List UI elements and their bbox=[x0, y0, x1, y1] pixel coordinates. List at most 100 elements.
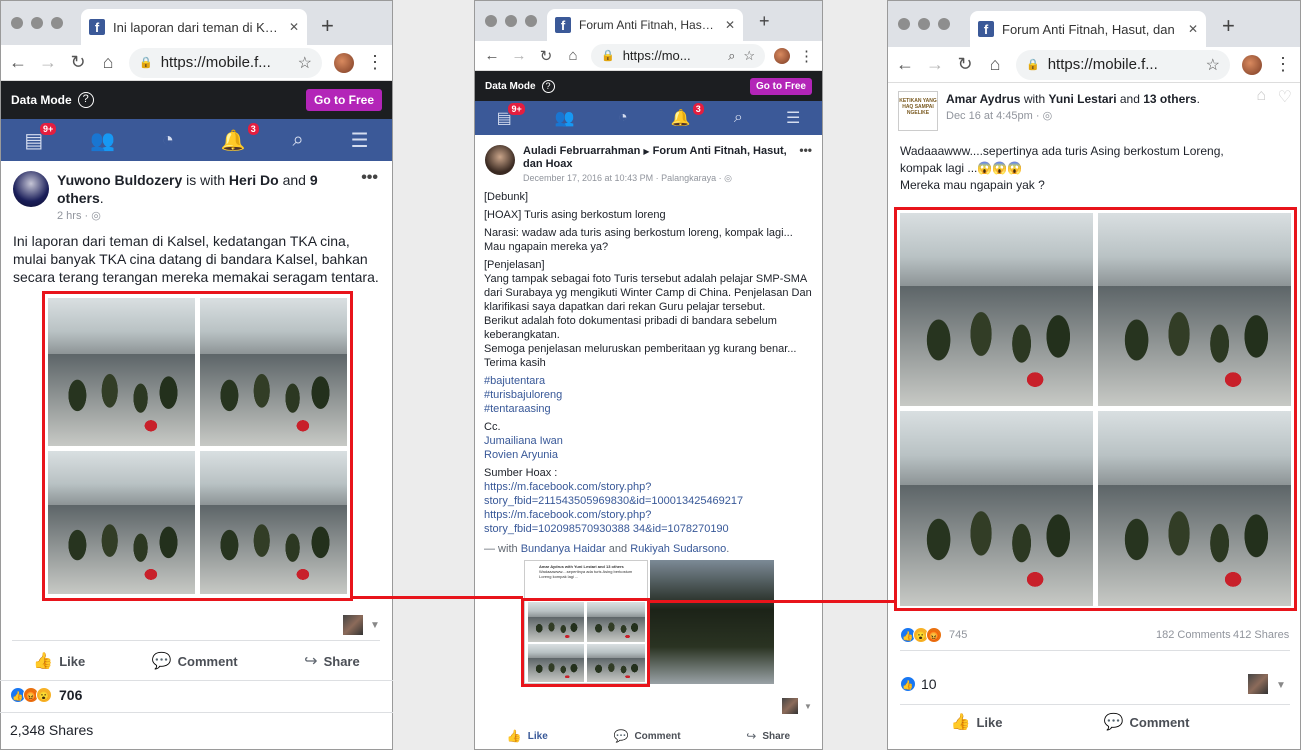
search-icon[interactable]: ⌕ bbox=[293, 129, 304, 152]
forward-icon[interactable]: → bbox=[926, 54, 944, 75]
reload-icon[interactable]: ↻ bbox=[537, 47, 555, 65]
viewer-thumbnail[interactable] bbox=[343, 615, 363, 635]
close-dot[interactable] bbox=[11, 17, 23, 29]
new-tab-icon[interactable]: + bbox=[759, 11, 770, 32]
source-link[interactable]: https://m.facebook.com/story.php? bbox=[484, 480, 813, 494]
home-icon[interactable]: ⌂ bbox=[986, 54, 1004, 75]
feed-icon[interactable]: ▤ 9+ bbox=[24, 121, 58, 153]
viewer-thumbnail[interactable] bbox=[782, 698, 798, 714]
minimize-dot[interactable] bbox=[505, 15, 517, 27]
share-button[interactable]: ↪ Share bbox=[304, 651, 360, 671]
kebab-icon[interactable]: ⋮ bbox=[1274, 54, 1292, 75]
author-avatar[interactable] bbox=[485, 145, 515, 175]
page-logo[interactable]: KETIKAN YANG HAQ SAMPAI NGELIKE bbox=[898, 91, 938, 131]
back-icon[interactable]: ← bbox=[483, 47, 501, 64]
new-tab-icon[interactable]: + bbox=[321, 13, 334, 39]
browser-tab[interactable]: f Forum Anti Fitnah, Hasut, dan ✕ bbox=[547, 9, 743, 41]
go-to-free-button[interactable]: Go to Free bbox=[749, 77, 812, 95]
maximize-dot[interactable] bbox=[525, 15, 537, 27]
heart-icon[interactable]: ♡ bbox=[1278, 87, 1292, 107]
chevron-down-icon[interactable]: ▼ bbox=[370, 620, 380, 631]
close-tab-icon[interactable]: ✕ bbox=[1188, 22, 1198, 36]
help-icon[interactable]: ? bbox=[77, 92, 94, 108]
share-button[interactable]: ↪ Share bbox=[746, 729, 790, 743]
cc-name-link[interactable]: Jumailiana Iwan bbox=[484, 434, 813, 448]
shares-count[interactable]: 412 Shares bbox=[1233, 629, 1289, 641]
hashtag-link[interactable]: #tentaraasing bbox=[484, 402, 813, 416]
source-link[interactable]: story_fbid=102098570930388 34&id=1078270… bbox=[484, 522, 813, 536]
reactions-summary[interactable]: 👍 😮 😡 745 bbox=[900, 627, 967, 643]
messenger-icon[interactable]: ◔ bbox=[618, 109, 628, 127]
help-icon[interactable]: ? bbox=[541, 79, 555, 93]
group-photo[interactable] bbox=[650, 560, 774, 684]
url-field[interactable]: 🔒 https://mobile.f... ☆ bbox=[129, 47, 322, 78]
source-link[interactable]: https://m.facebook.com/story.php? bbox=[484, 508, 813, 522]
shares-count[interactable]: 2,348 Shares bbox=[10, 722, 93, 738]
browser-tab[interactable]: f Forum Anti Fitnah, Hasut, dan ✕ bbox=[970, 11, 1206, 47]
others-link[interactable]: 13 others bbox=[1143, 92, 1196, 106]
hashtag-link[interactable]: #bajutentara bbox=[484, 374, 813, 388]
more-options-icon[interactable]: ••• bbox=[799, 143, 812, 157]
author-avatar[interactable] bbox=[13, 171, 49, 207]
home-icon[interactable]: ⌂ bbox=[99, 52, 117, 73]
feed-icon[interactable]: ▤ 9+ bbox=[497, 102, 526, 128]
messenger-icon[interactable]: ◔ bbox=[162, 129, 174, 152]
tag-icon[interactable]: ⌂ bbox=[1256, 87, 1266, 105]
more-options-icon[interactable]: ••• bbox=[361, 169, 378, 187]
tagged-name-link[interactable]: Rukiyah Sudarsono bbox=[630, 543, 726, 555]
tagged-name[interactable]: Heri Do bbox=[229, 172, 279, 188]
profile-avatar[interactable] bbox=[1242, 54, 1262, 75]
close-tab-icon[interactable]: ✕ bbox=[289, 20, 299, 34]
menu-icon[interactable]: ☰ bbox=[786, 108, 800, 128]
kebab-icon[interactable]: ⋮ bbox=[366, 52, 384, 73]
comment-button[interactable]: 💬 Comment bbox=[614, 729, 681, 743]
friends-icon[interactable]: 👥 bbox=[555, 108, 575, 128]
like-button[interactable]: 👍 Like bbox=[951, 712, 1003, 732]
tagged-name[interactable]: Yuni Lestari bbox=[1049, 92, 1117, 106]
url-field[interactable]: 🔒 https://mobile.f... ☆ bbox=[1016, 49, 1230, 80]
star-icon[interactable]: ☆ bbox=[1206, 55, 1220, 75]
bell-icon[interactable]: 🔔 3 bbox=[221, 121, 260, 153]
forward-icon[interactable]: → bbox=[39, 52, 57, 73]
cc-name-link[interactable]: Rovien Aryunia bbox=[484, 448, 813, 462]
comments-count[interactable]: 182 Comments bbox=[1156, 629, 1231, 641]
star-icon[interactable]: ☆ bbox=[298, 53, 312, 73]
like-button[interactable]: 👍 Like bbox=[507, 729, 548, 743]
reload-icon[interactable]: ↻ bbox=[69, 52, 87, 73]
search-icon[interactable]: ⌕ bbox=[734, 109, 743, 127]
bell-icon[interactable]: 🔔 3 bbox=[671, 102, 705, 128]
url-field[interactable]: 🔒 https://mo... ⌕ ☆ bbox=[591, 43, 765, 68]
back-icon[interactable]: ← bbox=[896, 54, 914, 75]
reactions-summary[interactable]: 👍 😡 😮 706 bbox=[10, 687, 82, 703]
profile-avatar[interactable] bbox=[774, 47, 790, 64]
maximize-dot[interactable] bbox=[51, 17, 63, 29]
author-name[interactable]: Auladi Februarrahman bbox=[523, 145, 640, 157]
viewer-thumbnail[interactable] bbox=[1248, 674, 1268, 694]
chevron-down-icon[interactable]: ▼ bbox=[804, 702, 812, 711]
zoom-icon[interactable]: ⌕ bbox=[728, 48, 735, 64]
friends-icon[interactable]: 👥 bbox=[90, 128, 115, 153]
menu-icon[interactable]: ☰ bbox=[351, 128, 369, 153]
reload-icon[interactable]: ↻ bbox=[956, 54, 974, 75]
back-icon[interactable]: ← bbox=[9, 52, 27, 73]
comment-button[interactable]: 💬 Comment bbox=[1104, 712, 1190, 732]
hashtag-link[interactable]: #turisbajuloreng bbox=[484, 388, 813, 402]
browser-tab[interactable]: f Ini laporan dari teman di Kalse ✕ bbox=[81, 9, 307, 45]
close-tab-icon[interactable]: ✕ bbox=[725, 18, 735, 32]
comment-button[interactable]: 💬 Comment bbox=[152, 651, 238, 671]
close-dot[interactable] bbox=[485, 15, 497, 27]
star-icon[interactable]: ☆ bbox=[743, 48, 755, 64]
author-name[interactable]: Yuwono Buldozery bbox=[57, 172, 182, 188]
source-link[interactable]: story_fbid=211543505969830&id=1000134254… bbox=[484, 494, 813, 508]
tagged-name-link[interactable]: Bundanya Haidar bbox=[521, 543, 606, 555]
chevron-down-icon[interactable]: ▼ bbox=[1276, 680, 1286, 691]
go-to-free-button[interactable]: Go to Free bbox=[305, 89, 382, 111]
minimize-dot[interactable] bbox=[918, 18, 930, 30]
like-button[interactable]: 👍 Like bbox=[33, 651, 85, 671]
minimize-dot[interactable] bbox=[31, 17, 43, 29]
close-dot[interactable] bbox=[898, 18, 910, 30]
likes-row[interactable]: 👍 10 bbox=[900, 676, 937, 692]
author-name[interactable]: Amar Aydrus bbox=[946, 92, 1020, 106]
profile-avatar[interactable] bbox=[334, 52, 354, 73]
new-tab-icon[interactable]: + bbox=[1222, 13, 1235, 39]
